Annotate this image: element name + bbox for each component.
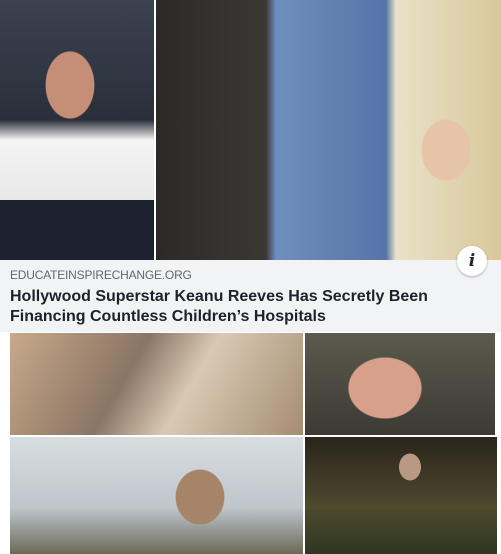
link-domain: EDUCATEINSPIRECHANGE.ORG	[10, 268, 192, 282]
preview-image-man-with-child[interactable]	[156, 0, 501, 260]
meme-panel-soldier-salute	[10, 437, 303, 554]
preview-image-man-tuxedo[interactable]	[0, 0, 154, 260]
link-preview-card[interactable]: EDUCATEINSPIRECHANGE.ORG Hollywood Super…	[0, 260, 501, 332]
link-title[interactable]: Hollywood Superstar Keanu Reeves Has Sec…	[10, 287, 480, 327]
meme-panel-cat-salute	[10, 333, 303, 435]
meme-panel-coat-salute	[305, 437, 497, 554]
meme-panel-crying-salute	[305, 333, 495, 435]
info-icon[interactable]: i	[457, 246, 487, 276]
